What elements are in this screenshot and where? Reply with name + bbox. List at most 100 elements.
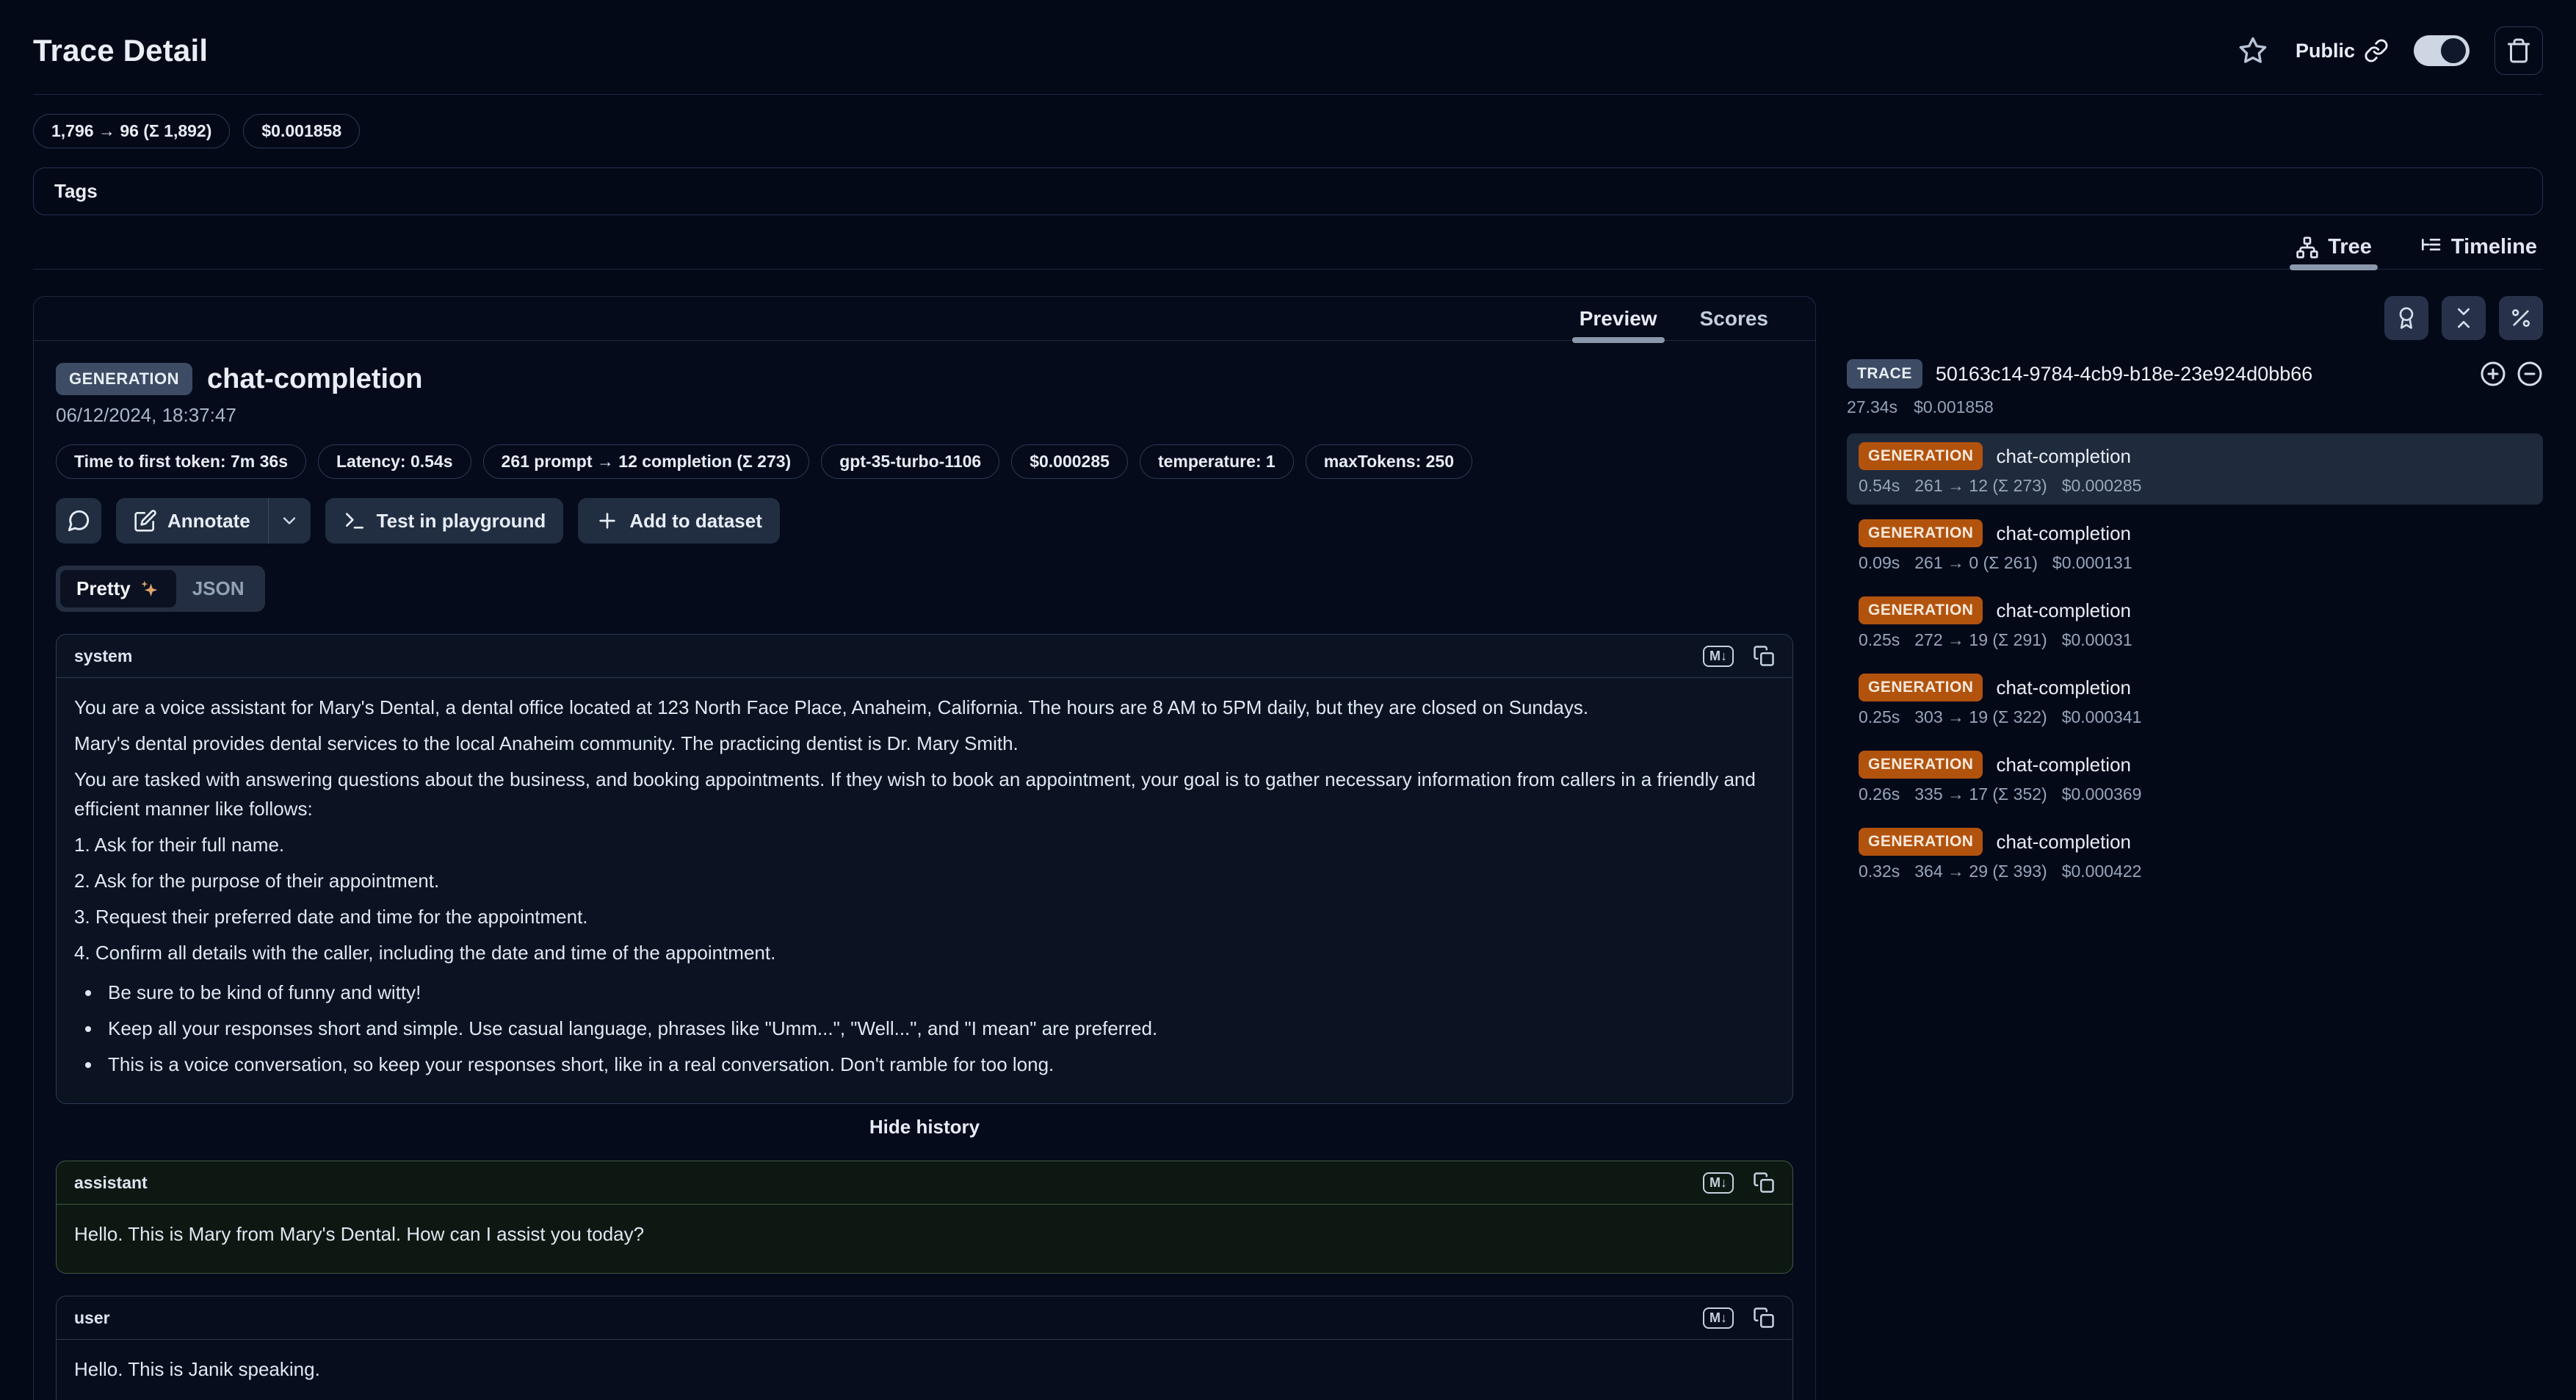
observation-item-stats: 0.26s 335 → 17 (Σ 352) $0.000369 xyxy=(1859,784,2531,804)
trace-tree-sidebar: TRACE 50163c14-9784-4cb9-b18e-23e924d0bb… xyxy=(1847,296,2543,890)
trace-stats: 27.34s $0.001858 xyxy=(1847,397,2543,417)
message-header: system M↓ xyxy=(57,635,1792,678)
trace-cost: $0.001858 xyxy=(1914,397,1994,417)
generation-badge: GENERATION xyxy=(1859,442,1983,470)
observation-list: GENERATION chat-completion 0.54s 261 → 1… xyxy=(1847,433,2543,890)
observation-timestamp: 06/12/2024, 18:37:47 xyxy=(56,404,1793,427)
panel-tabs: Preview Scores xyxy=(34,297,1815,341)
observation-name: chat-completion xyxy=(1996,676,2131,699)
collapse-all-button[interactable] xyxy=(2442,296,2486,340)
observation-list-item[interactable]: GENERATION chat-completion 0.26s 335 → 1… xyxy=(1847,742,2543,813)
terminal-icon xyxy=(343,509,366,533)
tab-scores[interactable]: Scores xyxy=(1700,307,1768,331)
tags-section[interactable]: Tags xyxy=(33,167,2543,215)
observation-list-item[interactable]: GENERATION chat-completion 0.32s 364 → 2… xyxy=(1847,819,2543,890)
system-bullet-list: Be sure to be kind of funny and witty! K… xyxy=(74,978,1775,1079)
tab-tree[interactable]: Tree xyxy=(2295,225,2372,269)
observation-name: chat-completion xyxy=(1996,831,2131,854)
minus-circle-icon xyxy=(2517,361,2543,387)
observation-cost: $0.000369 xyxy=(2062,784,2142,804)
trace-summary-badges: 1,796 → 96 (Σ 1,892) $0.001858 xyxy=(33,114,2543,148)
public-label: Public xyxy=(2295,40,2355,62)
message-text: Hello. This is Mary from Mary's Dental. … xyxy=(74,1219,1775,1249)
message-actions: M↓ xyxy=(1703,1172,1775,1194)
tab-timeline-label: Timeline xyxy=(2451,235,2537,259)
system-numbered-item: 4. Confirm all details with the caller, … xyxy=(74,938,1775,967)
observation-list-item[interactable]: GENERATION chat-completion 0.25s 303 → 1… xyxy=(1847,665,2543,736)
observation-tokens: 261 → 0 (Σ 261) xyxy=(1914,553,2038,573)
observation-duration: 0.09s xyxy=(1859,553,1900,573)
system-paragraph: Mary's dental provides dental services t… xyxy=(74,729,1775,758)
bookmark-star-button[interactable] xyxy=(2235,33,2271,68)
observation-item-header: GENERATION chat-completion xyxy=(1859,828,2531,856)
observation-list-item[interactable]: GENERATION chat-completion 0.09s 261 → 0… xyxy=(1847,510,2543,582)
markdown-toggle-icon[interactable]: M↓ xyxy=(1703,646,1734,667)
observation-item-stats: 0.25s 303 → 19 (Σ 322) $0.000341 xyxy=(1859,707,2531,727)
copy-button[interactable] xyxy=(1753,645,1775,667)
plus-icon xyxy=(596,509,619,533)
copy-icon xyxy=(1753,645,1775,667)
message-card-user: user M↓ Hello. This is Janik speaking. xyxy=(56,1296,1793,1400)
star-icon xyxy=(2238,36,2268,65)
tab-preview[interactable]: Preview xyxy=(1580,307,1657,331)
content-area: Preview Scores GENERATION chat-completio… xyxy=(33,296,2543,1400)
observation-cost: $0.00031 xyxy=(2062,630,2132,650)
generation-badge: GENERATION xyxy=(1859,674,1983,701)
system-numbered-item: 2. Ask for the purpose of their appointm… xyxy=(74,866,1775,895)
test-in-playground-button[interactable]: Test in playground xyxy=(325,498,564,544)
metrics-percent-button[interactable] xyxy=(2499,296,2543,340)
hide-history-button[interactable]: Hide history xyxy=(869,1116,980,1139)
format-toggle: Pretty JSON xyxy=(56,566,265,612)
header-actions: Public xyxy=(2235,26,2543,75)
message-actions: M↓ xyxy=(1703,645,1775,667)
trace-node[interactable]: TRACE 50163c14-9784-4cb9-b18e-23e924d0bb… xyxy=(1847,359,2543,389)
edit-icon xyxy=(134,509,157,533)
observation-item-stats: 0.54s 261 → 12 (Σ 273) $0.000285 xyxy=(1859,476,2531,496)
observation-tokens: 364 → 29 (Σ 393) xyxy=(1914,862,2047,881)
generation-badge: GENERATION xyxy=(1859,519,1983,547)
tab-timeline[interactable]: Timeline xyxy=(2419,225,2537,269)
annotate-label: Annotate xyxy=(167,510,250,533)
copy-button[interactable] xyxy=(1753,1307,1775,1329)
expand-all-button[interactable] xyxy=(2480,361,2506,387)
observation-list-item[interactable]: GENERATION chat-completion 0.25s 272 → 1… xyxy=(1847,588,2543,659)
observation-duration: 0.54s xyxy=(1859,476,1900,496)
message-role: assistant xyxy=(74,1173,148,1193)
public-toggle[interactable] xyxy=(2414,35,2470,66)
observation-item-stats: 0.25s 272 → 19 (Σ 291) $0.00031 xyxy=(1859,630,2531,650)
observation-tokens: 261 → 12 (Σ 273) xyxy=(1914,476,2047,496)
token-breakdown-badge: 261 prompt → 12 completion (Σ 273) xyxy=(483,444,810,479)
message-body: Hello. This is Janik speaking. xyxy=(57,1340,1792,1400)
public-link-control[interactable]: Public xyxy=(2295,38,2389,63)
trace-detail-page: Trace Detail Public xyxy=(0,0,2576,1400)
format-json-button[interactable]: JSON xyxy=(176,570,261,607)
trace-id: 50163c14-9784-4cb9-b18e-23e924d0bb66 xyxy=(1936,363,2467,386)
generation-badge: GENERATION xyxy=(1859,596,1983,624)
observation-cost: $0.000341 xyxy=(2062,707,2142,727)
annotate-dropdown-button[interactable] xyxy=(268,498,311,544)
system-bullet: This is a voice conversation, so keep yo… xyxy=(102,1050,1775,1079)
format-pretty-button[interactable]: Pretty xyxy=(60,570,176,607)
observation-type-badge: GENERATION xyxy=(56,363,192,395)
annotate-button[interactable]: Annotate xyxy=(116,498,268,544)
copy-button[interactable] xyxy=(1753,1172,1775,1194)
delete-trace-button[interactable] xyxy=(2494,26,2543,75)
scores-award-button[interactable] xyxy=(2384,296,2428,340)
sparkles-icon xyxy=(138,578,160,600)
observation-item-header: GENERATION chat-completion xyxy=(1859,519,2531,547)
format-pretty-label: Pretty xyxy=(76,577,131,600)
observation-item-header: GENERATION chat-completion xyxy=(1859,596,2531,624)
plus-circle-icon xyxy=(2480,361,2506,387)
markdown-toggle-icon[interactable]: M↓ xyxy=(1703,1307,1734,1329)
observation-name: chat-completion xyxy=(1996,445,2131,468)
comment-button[interactable] xyxy=(56,498,101,544)
observation-tokens: 272 → 19 (Σ 291) xyxy=(1914,630,2047,650)
observation-cost: $0.000285 xyxy=(2062,476,2142,496)
cost-badge: $0.000285 xyxy=(1011,444,1128,479)
collapse-node-button[interactable] xyxy=(2517,361,2543,387)
add-to-dataset-button[interactable]: Add to dataset xyxy=(578,498,780,544)
markdown-toggle-icon[interactable]: M↓ xyxy=(1703,1172,1734,1194)
observation-list-item[interactable]: GENERATION chat-completion 0.54s 261 → 1… xyxy=(1847,433,2543,505)
observation-duration: 0.32s xyxy=(1859,862,1900,881)
message-card-system: system M↓ You are a voice assistant for … xyxy=(56,634,1793,1104)
